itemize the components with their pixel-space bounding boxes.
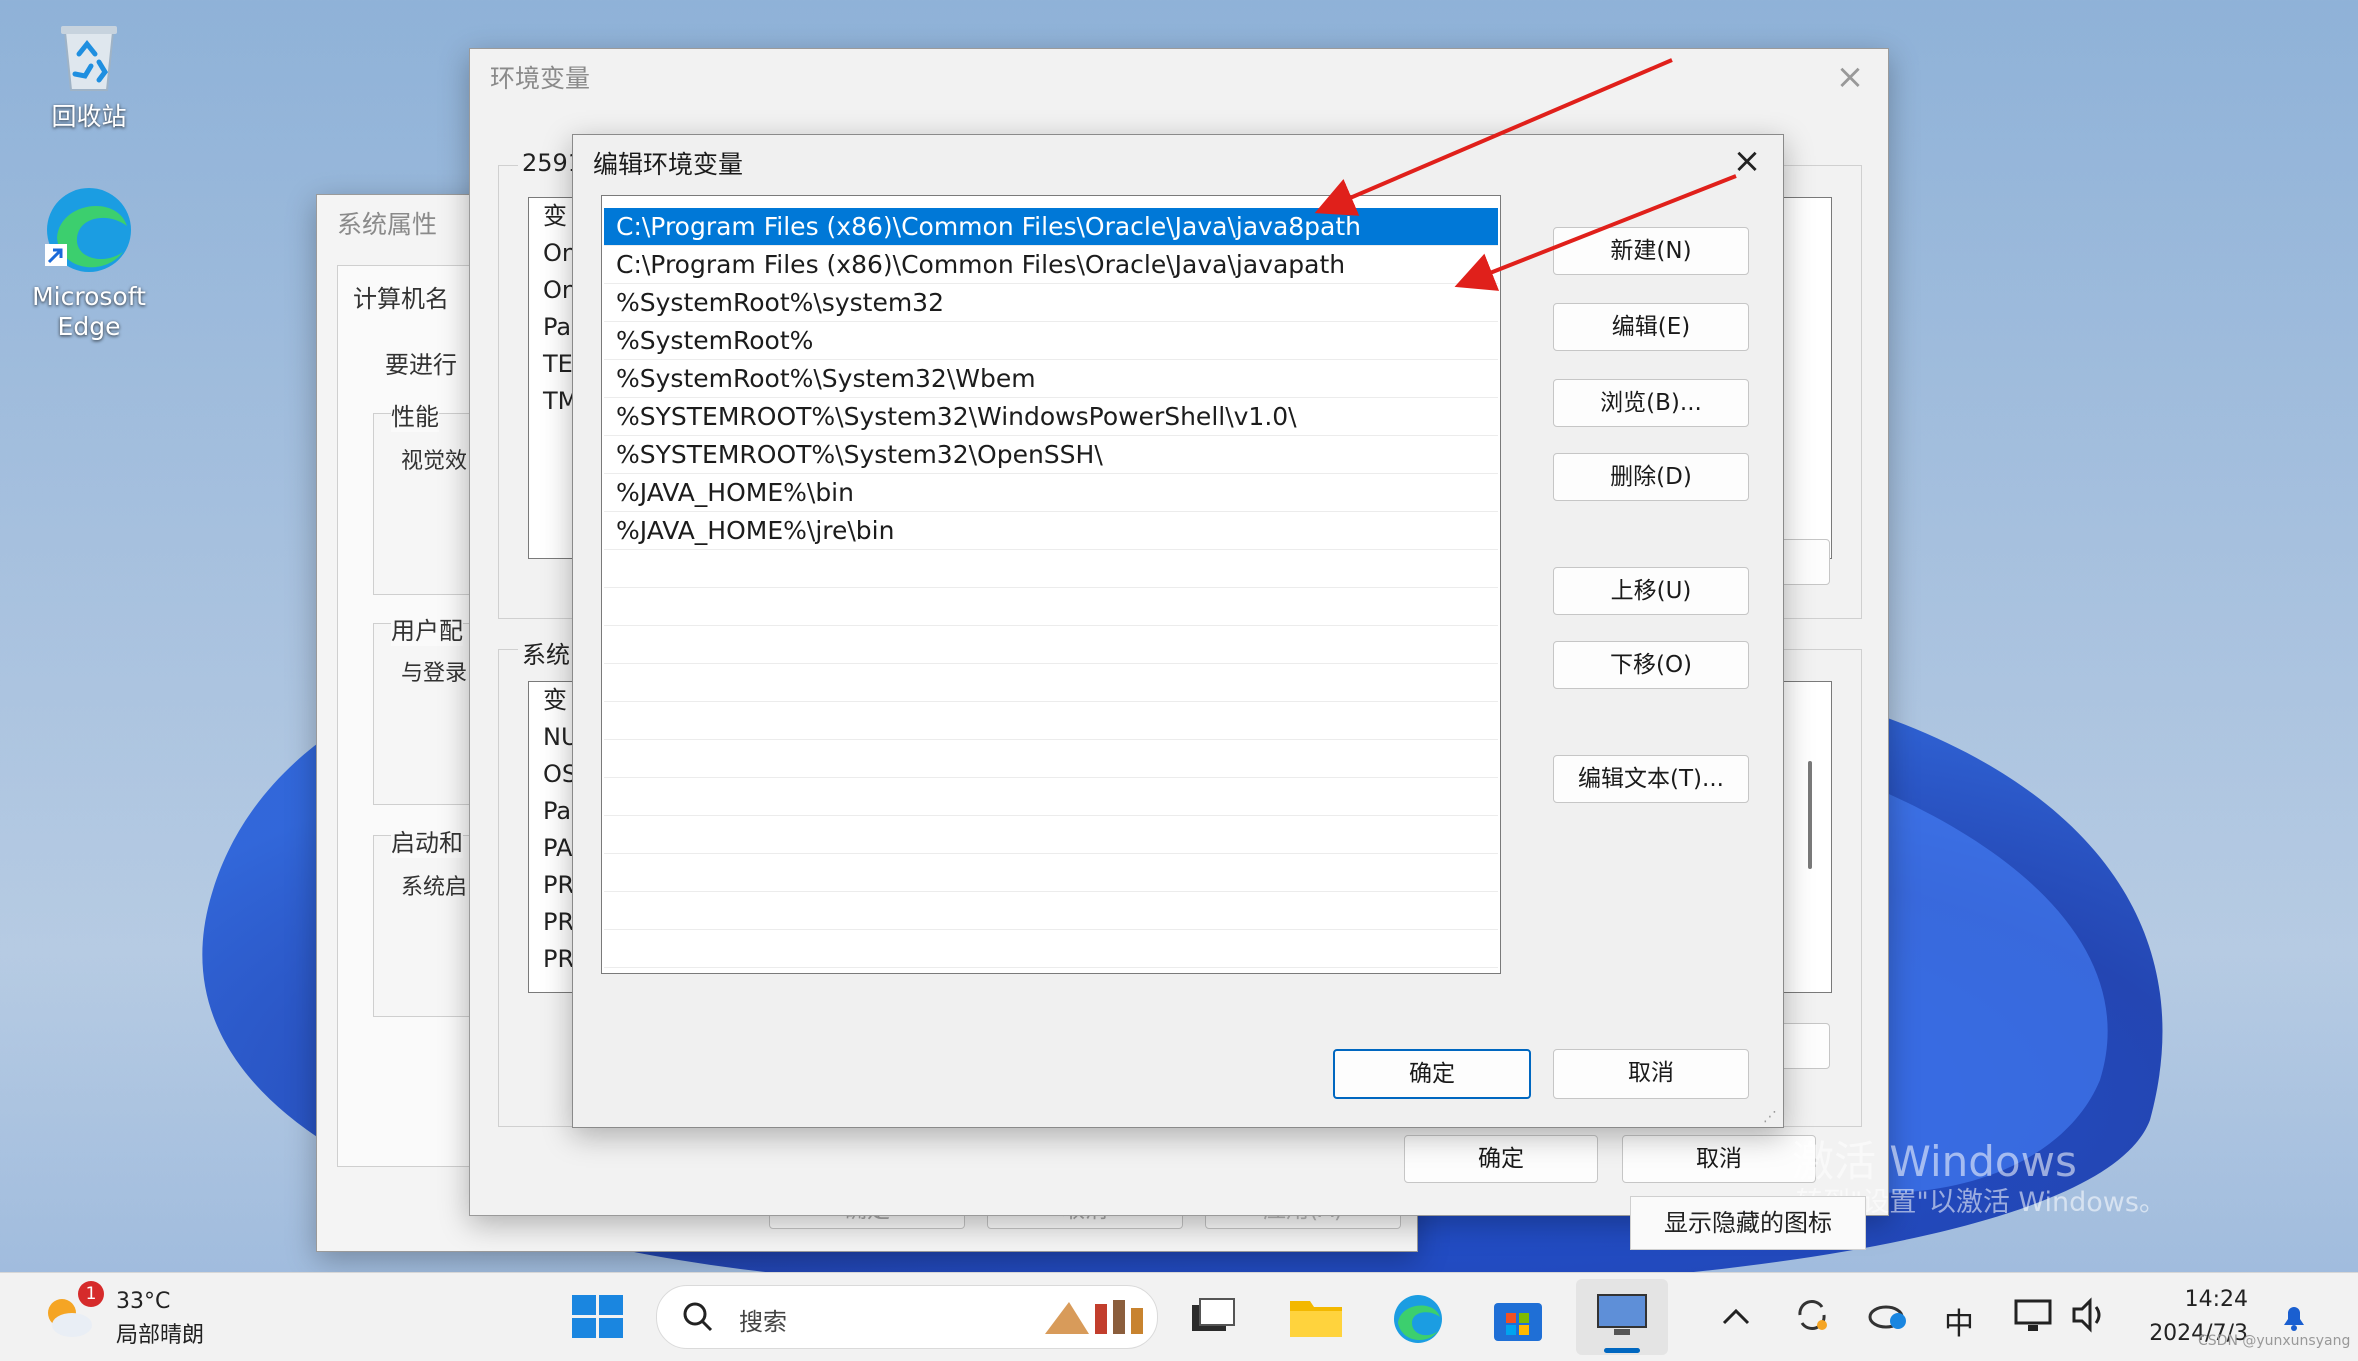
ime-indicator[interactable]: 中: [1944, 1299, 1974, 1343]
weather-badge: 1: [78, 1281, 104, 1307]
show-hidden-icons-button[interactable]: [1716, 1297, 1756, 1341]
control-panel-taskbar-button[interactable]: [1576, 1279, 1668, 1355]
weather-desc: 局部晴朗: [116, 1323, 205, 1348]
network-tray-button[interactable]: [2014, 1297, 2054, 1337]
folder-icon: [1290, 1301, 1342, 1337]
system-properties-icon: [1597, 1294, 1647, 1335]
volume-tray-button[interactable]: [2070, 1297, 2110, 1337]
notifications-button[interactable]: [2278, 1301, 2310, 1337]
edge-taskbar-icon: [1394, 1295, 1442, 1343]
edge-taskbar-button[interactable]: [1390, 1291, 1446, 1351]
red-arrow-2: [1454, 174, 1737, 291]
search-icon: [683, 1302, 713, 1332]
onedrive-tray-button[interactable]: [1866, 1297, 1910, 1337]
sync-tray-icon-button[interactable]: [1792, 1295, 1832, 1339]
store-icon: [1494, 1303, 1542, 1341]
search-highlight-icon: [1045, 1300, 1143, 1334]
start-button[interactable]: [572, 1295, 624, 1343]
search-placeholder: 搜索: [739, 1308, 787, 1336]
weather-widget[interactable]: 1 33°C 局部晴朗: [38, 1281, 238, 1351]
chevron-up-icon: [1722, 1308, 1750, 1325]
volume-icon: [2072, 1297, 2101, 1333]
show-hidden-icons-tooltip: 显示隐藏的图标: [1630, 1196, 1866, 1250]
active-app-indicator: [1604, 1348, 1640, 1353]
task-view-icon: [1192, 1298, 1235, 1331]
cloud-info-icon: [1868, 1305, 1906, 1329]
taskbar-search-box[interactable]: 搜索: [656, 1285, 1158, 1349]
task-view-button[interactable]: [1190, 1295, 1236, 1341]
sync-icon: [1798, 1300, 1827, 1330]
clock-time: 14:24: [2184, 1287, 2248, 1312]
network-icon: [2014, 1299, 2052, 1331]
store-taskbar-button[interactable]: [1492, 1293, 1544, 1347]
weather-temp: 33°C: [116, 1289, 171, 1314]
csdn-credit: CSDN @yunxunsyang: [2198, 1333, 2351, 1349]
bell-icon: [2284, 1307, 2304, 1331]
taskbar: 1 33°C 局部晴朗 搜索 中 14:24 2024/7/3 CSDN @yu…: [0, 1272, 2358, 1361]
file-explorer-button[interactable]: [1288, 1293, 1344, 1343]
windows-logo-icon: [572, 1295, 623, 1338]
red-arrow-1: [1314, 58, 1673, 216]
